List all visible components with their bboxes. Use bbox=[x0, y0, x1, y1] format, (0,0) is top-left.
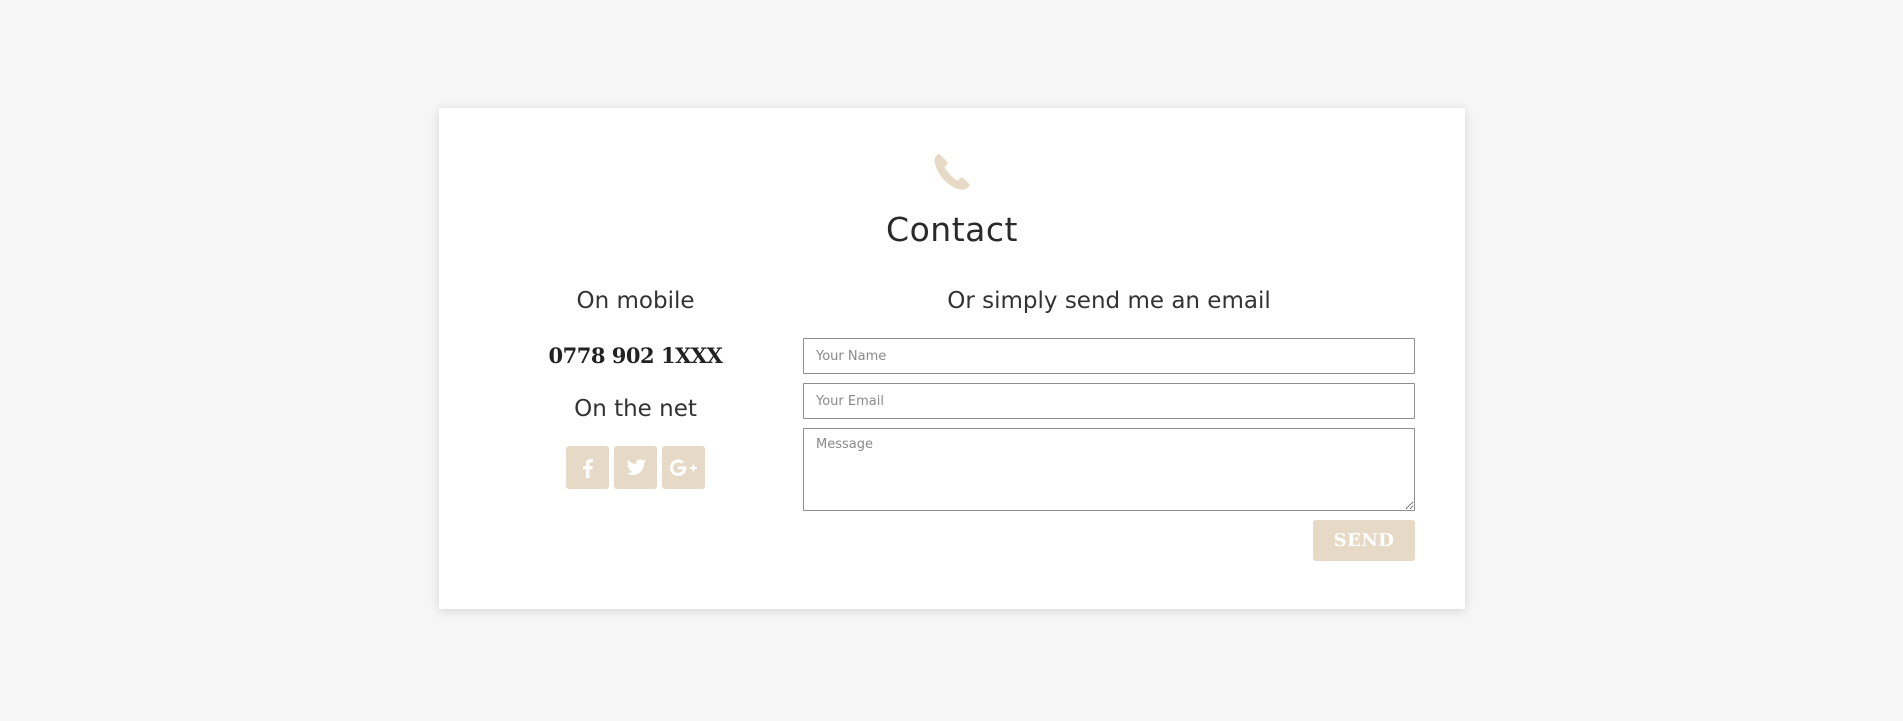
email-heading: Or simply send me an email bbox=[947, 288, 1271, 314]
social-links bbox=[566, 446, 705, 489]
message-textarea[interactable] bbox=[803, 428, 1415, 511]
email-form-column: Or simply send me an email SEND bbox=[803, 108, 1415, 609]
net-heading: On the net bbox=[574, 396, 697, 422]
contact-card: Contact On mobile 0778 902 1XXX On the n… bbox=[439, 108, 1465, 609]
name-input[interactable] bbox=[803, 338, 1415, 374]
facebook-button[interactable] bbox=[566, 446, 609, 489]
twitter-button[interactable] bbox=[614, 446, 657, 489]
twitter-icon bbox=[626, 458, 646, 475]
facebook-icon bbox=[582, 458, 593, 478]
phone-number: 0778 902 1XXX bbox=[548, 343, 723, 368]
mobile-heading: On mobile bbox=[576, 288, 695, 314]
google-plus-button[interactable] bbox=[662, 446, 705, 489]
mobile-contact-column: On mobile 0778 902 1XXX On the net bbox=[439, 108, 832, 609]
send-button[interactable]: SEND bbox=[1313, 520, 1415, 561]
google-plus-icon bbox=[669, 458, 697, 476]
email-input[interactable] bbox=[803, 383, 1415, 419]
